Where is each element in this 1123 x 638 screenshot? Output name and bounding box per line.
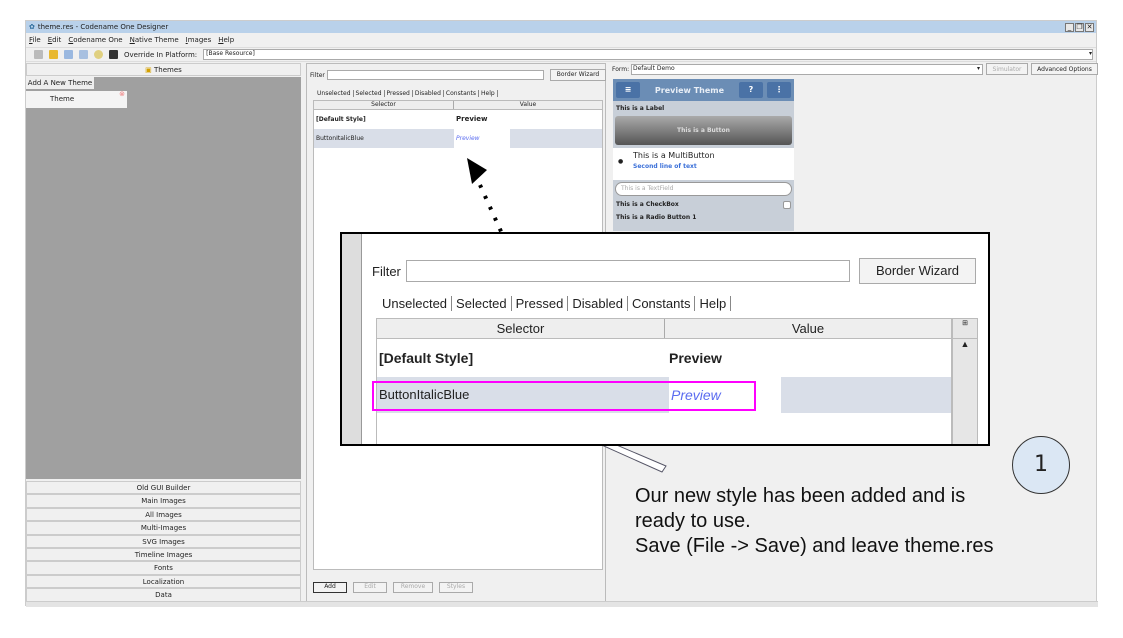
column-chooser-icon[interactable]: ⊞ — [953, 319, 977, 339]
scroll-up-icon[interactable]: ▲ — [953, 339, 977, 357]
step-badge: 1 — [1012, 436, 1070, 494]
filter-label: Filter — [372, 264, 401, 279]
filter-input[interactable] — [406, 260, 850, 282]
tab-selected[interactable]: Selected — [452, 296, 512, 311]
zoomed-callout: Filter Border Wizard Unselected Selected P… — [340, 232, 990, 446]
table-row[interactable]: [Default Style] Preview — [377, 339, 951, 377]
tab-pressed[interactable]: Pressed — [512, 296, 569, 311]
tab-help[interactable]: Help — [695, 296, 732, 311]
tab-unselected[interactable]: Unselected — [378, 296, 453, 311]
annotation-text: Our new style has been added and is read… — [635, 485, 994, 557]
tab-disabled[interactable]: Disabled — [568, 296, 628, 311]
state-tabs: Unselected Selected Pressed Disabled Constan… — [378, 296, 732, 311]
tab-constants[interactable]: Constants — [628, 296, 696, 311]
scrollbar[interactable]: ⊞ ▲ — [952, 318, 978, 444]
column-value[interactable]: Value — [665, 319, 951, 338]
column-selector[interactable]: Selector — [377, 319, 665, 338]
highlight-box — [372, 381, 756, 411]
border-wizard-button[interactable]: Border Wizard — [859, 258, 976, 284]
dotted-arrow-head — [467, 158, 487, 184]
